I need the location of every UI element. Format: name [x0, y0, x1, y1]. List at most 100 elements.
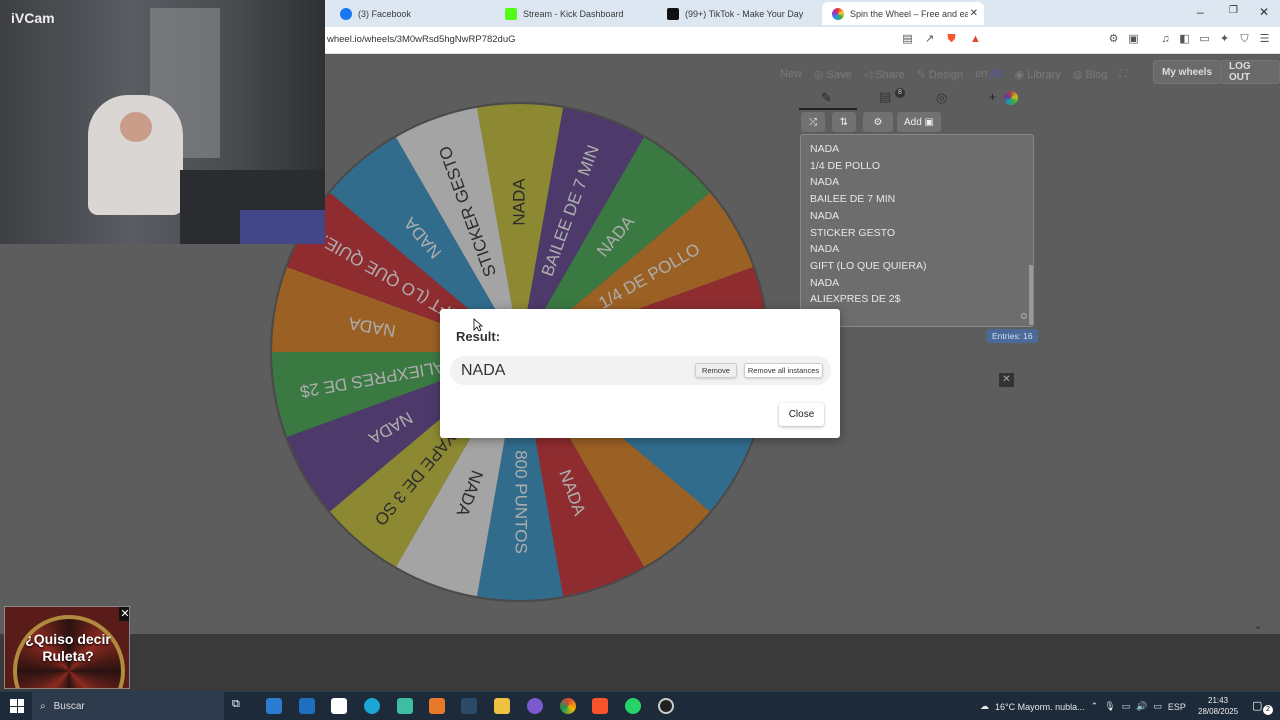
chevron-up-icon[interactable]: ⌃ — [1091, 701, 1099, 712]
whatsapp-icon[interactable] — [625, 698, 641, 714]
minimize-button[interactable]: – — [1197, 5, 1204, 19]
ad-line-1: ¿Quiso decir — [25, 631, 111, 647]
share-icon[interactable]: ↗ — [923, 33, 936, 46]
chevron-down-icon[interactable]: ⌄ — [1253, 618, 1263, 632]
sidebar-icon[interactable]: ◧ — [1178, 33, 1191, 46]
ad-line-2: Ruleta? — [42, 648, 94, 664]
entry-line: NADA — [810, 243, 840, 256]
close-tab-icon[interactable]: ✕ — [970, 8, 978, 19]
nav-save[interactable]: ◎ Save — [814, 68, 852, 81]
weather-text[interactable]: 16°C Mayorm. nubla... — [995, 702, 1085, 712]
ad-text: ¿Quiso decir Ruleta? — [5, 631, 129, 665]
url-field[interactable]: wheel.io/wheels/3M0wRsd5hgNwRP782duG — [327, 34, 516, 45]
app-icon[interactable] — [397, 698, 413, 714]
search-placeholder: Buscar — [53, 701, 85, 712]
entry-line: NADA — [810, 209, 840, 222]
windows-start-icon[interactable] — [10, 699, 24, 713]
globe-icon: ◍ — [565, 672, 574, 683]
close-icon[interactable]: ✕ — [999, 373, 1014, 387]
screenshot-icon[interactable]: ▣ — [1127, 33, 1140, 46]
ad-close-button[interactable]: ✕ — [119, 607, 129, 621]
leo-icon[interactable]: ✦ — [1218, 33, 1231, 46]
close-window-button[interactable]: ✕ — [1259, 5, 1269, 19]
edge-icon[interactable] — [364, 698, 380, 714]
ivcam-label: iVCam — [11, 10, 55, 26]
windows-taskbar: ⌕ Buscar ⧉ ☁ 16°C Mayorm. nubla... ⌃ 🎙 ▭… — [0, 691, 1280, 720]
editor-tabs: ✎ ▤ 8 ◎ + — [799, 88, 1035, 110]
chrome-icon[interactable] — [560, 698, 576, 714]
scrollbar-thumb[interactable] — [1029, 265, 1033, 325]
notification-count: 2 — [1263, 705, 1273, 715]
settings-icon[interactable]: ⚙ — [863, 112, 893, 132]
address-bar: wheel.io/wheels/3M0wRsd5hgNwRP782duG ▤ ↗… — [325, 27, 1280, 54]
brave-rewards-icon[interactable]: ▲ — [969, 33, 982, 46]
browser-tab-bar: (3) Facebook Stream - Kick Dashboard (99… — [325, 0, 1280, 27]
tab-tiktok[interactable]: (99+) TikTok - Make Your Day — [657, 2, 822, 25]
pencil-icon[interactable]: ✎ — [821, 90, 832, 106]
obs-icon[interactable] — [658, 698, 674, 714]
network-icon[interactable]: ▭ — [1122, 701, 1131, 712]
emoji-icon[interactable]: ☺ — [1019, 311, 1029, 322]
ruleta-ad[interactable]: ¿Quiso decir Ruleta? ✕ — [4, 606, 130, 689]
color-wheel-icon[interactable] — [1004, 91, 1018, 105]
nav-language[interactable]: en — [975, 68, 1003, 80]
tab-label: Stream - Kick Dashboard — [523, 8, 624, 19]
app-icon[interactable] — [527, 698, 543, 714]
steam-icon[interactable] — [461, 698, 477, 714]
tab-facebook[interactable]: (3) Facebook — [330, 2, 495, 25]
notification-icon[interactable]: ▢ — [1252, 699, 1262, 712]
tab-label: (99+) TikTok - Make Your Day — [685, 8, 804, 19]
desktop-screen: (3) Facebook Stream - Kick Dashboard (99… — [0, 0, 1280, 720]
close-button[interactable]: Close — [779, 403, 824, 426]
mouse-cursor-icon — [473, 318, 483, 332]
capcut-icon[interactable] — [331, 698, 347, 714]
volume-icon[interactable]: 🔊 — [1136, 701, 1147, 712]
log-out-button[interactable]: LOG OUT — [1220, 60, 1280, 84]
app-icon[interactable] — [429, 698, 445, 714]
page-footer: ◍ By Michael Ultra · Privacy · FAQ — [565, 672, 720, 683]
microphone-icon[interactable]: 🎙 — [1104, 701, 1115, 712]
extensions-icon[interactable]: ⚙ — [1107, 33, 1120, 46]
entry-line: 1/4 DE POLLO — [810, 159, 881, 172]
add-wheel-icon[interactable]: + — [989, 90, 996, 104]
language-indicator[interactable]: ESP — [1168, 702, 1186, 712]
brave-icon[interactable] — [592, 698, 608, 714]
restore-button[interactable]: ❐ — [1229, 5, 1238, 16]
add-image-button[interactable]: Add ▣ — [897, 112, 941, 132]
outlook-icon[interactable] — [299, 698, 315, 714]
tab-spin-the-wheel[interactable]: Spin the Wheel – Free and easy ✕ — [822, 2, 984, 25]
wheel-icon — [832, 7, 844, 20]
nav-blog[interactable]: ◍ Blog — [1073, 68, 1108, 81]
nav-share[interactable]: ◁ Share — [864, 68, 905, 81]
taskbar-search[interactable]: ⌕ Buscar — [32, 692, 224, 720]
entry-line: BAILEE DE 7 MIN — [810, 193, 896, 206]
store-icon[interactable] — [266, 698, 282, 714]
task-view-icon[interactable]: ⧉ — [232, 698, 248, 714]
my-wheels-button[interactable]: My wheels — [1153, 60, 1222, 84]
kick-icon — [505, 7, 517, 20]
entries-textarea[interactable]: NADA 1/4 DE POLLO NADA BAILEE DE 7 MIN N… — [800, 134, 1034, 327]
hide-icon[interactable]: ◎ — [936, 90, 947, 106]
brave-shield-icon[interactable]: ⛊ — [945, 33, 958, 46]
nav-new[interactable]: New — [780, 68, 802, 80]
vpn-icon[interactable]: ⛉ — [1238, 33, 1251, 46]
uk-flag-icon — [990, 69, 1003, 77]
media-icon[interactable]: ♫ — [1159, 33, 1172, 46]
sort-icon[interactable]: ⇅ — [832, 112, 856, 132]
nav-blog-label: Blog — [1085, 68, 1108, 81]
menu-icon[interactable]: ☰ — [1258, 33, 1271, 46]
battery-icon[interactable]: ▭ — [1153, 701, 1162, 712]
file-explorer-icon[interactable] — [494, 698, 510, 714]
results-icon[interactable]: ▤ — [879, 89, 891, 105]
reader-icon[interactable]: ▤ — [901, 33, 914, 46]
nav-design[interactable]: ✎ Design — [917, 68, 964, 81]
nav-library[interactable]: ◉ Library — [1014, 68, 1060, 81]
wallet-icon[interactable]: ▭ — [1198, 33, 1211, 46]
tab-kick[interactable]: Stream - Kick Dashboard — [495, 2, 655, 25]
remove-all-instances-button[interactable]: Remove all instances — [744, 363, 823, 378]
fullscreen-icon[interactable]: ⛶ — [1119, 68, 1127, 81]
remove-button[interactable]: Remove — [695, 363, 737, 378]
clock[interactable]: 21:43 28/08/2025 — [1198, 695, 1238, 717]
entry-line: NADA — [810, 143, 840, 155]
shuffle-icon[interactable]: ⤮ — [801, 112, 825, 132]
